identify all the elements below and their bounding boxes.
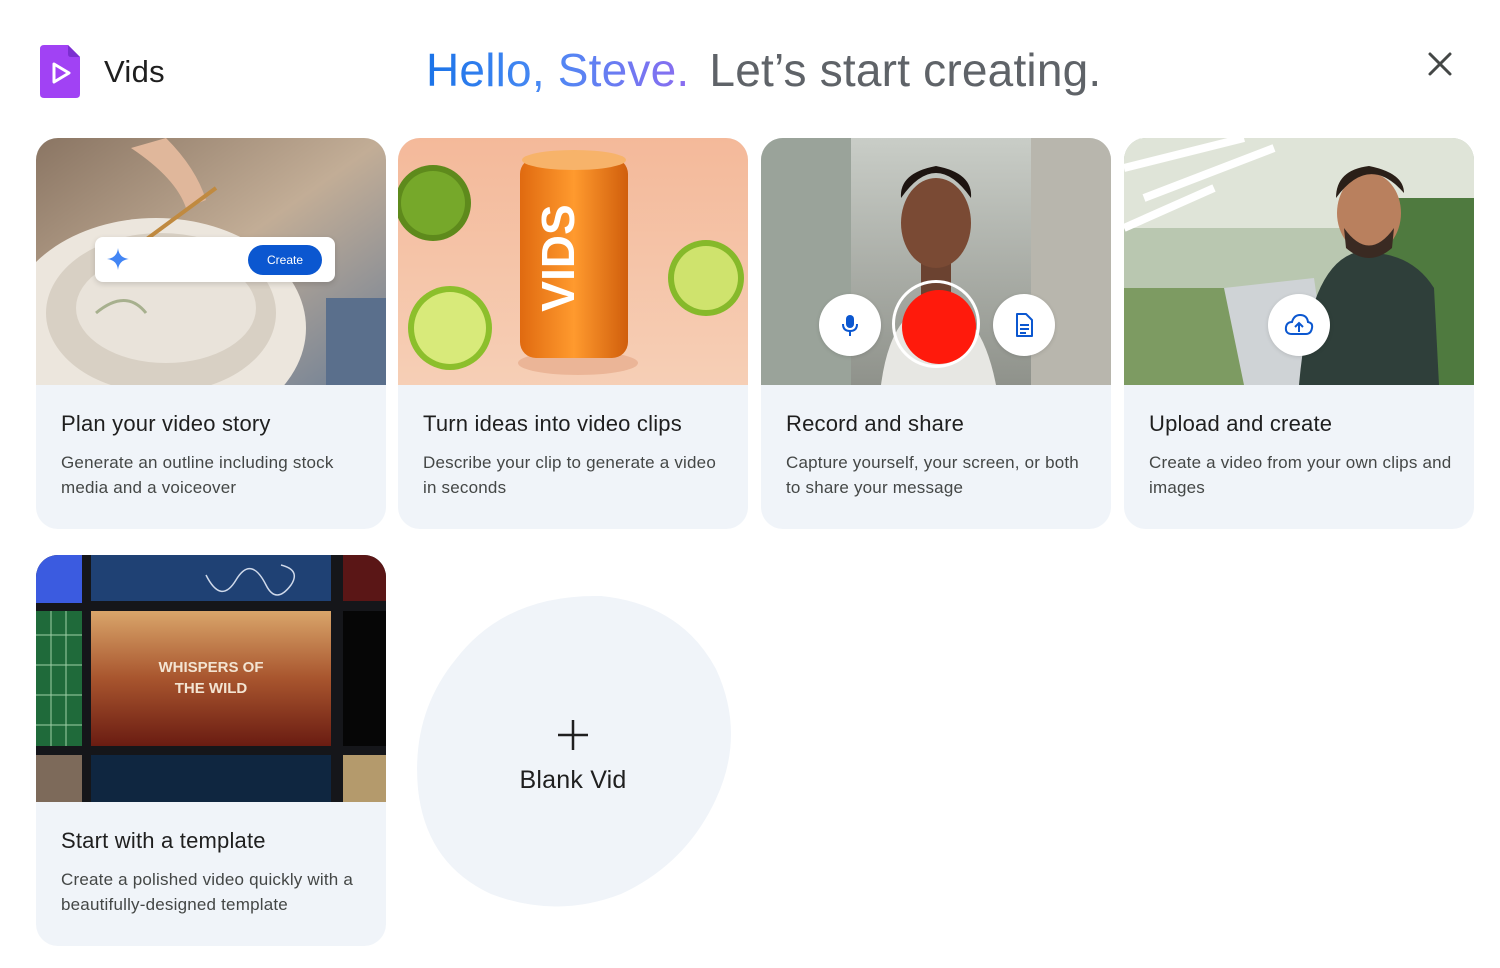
create-button: Create — [248, 245, 322, 275]
can-brand-text: VIDS — [532, 204, 584, 311]
card-video-clips[interactable]: VIDS Turn ideas into video clips Describ… — [398, 138, 748, 529]
microphone-icon — [842, 315, 858, 336]
card-plan-video-story[interactable]: Create Plan your video story Generate an… — [36, 138, 386, 529]
close-icon — [1428, 52, 1452, 76]
sparkle-icon — [107, 248, 129, 270]
plus-icon — [558, 720, 588, 750]
card-description: Create a polished video quickly with a b… — [61, 870, 354, 914]
record-button — [902, 290, 976, 364]
card-description: Create a video from your own clips and i… — [1149, 453, 1452, 497]
card-title: Upload and create — [1149, 411, 1333, 436]
template-preview-title: THE WILD — [175, 680, 248, 697]
card-description: Capture yourself, your screen, or both t… — [786, 453, 1079, 497]
blank-vid-blob — [417, 595, 731, 907]
card-title: Plan your video story — [61, 411, 271, 436]
document-icon — [1016, 313, 1033, 337]
upload-button — [1268, 294, 1330, 356]
greeting-prompt: Let’s start creating. — [709, 44, 1102, 96]
card-title: Record and share — [786, 411, 965, 436]
vids-logo-icon — [40, 45, 80, 98]
app-brand: Vids — [40, 45, 165, 98]
card-description: Generate an outline including stock medi… — [61, 453, 334, 497]
document-button — [993, 294, 1055, 356]
app-name: Vids — [104, 53, 165, 89]
microphone-button — [819, 294, 881, 356]
greeting-heading: Hello, Steve. Let’s start creating. — [426, 43, 1101, 97]
card-title: Start with a template — [61, 828, 266, 853]
greeting-hello: Hello, Steve. — [426, 44, 690, 96]
blank-vid-label: Blank Vid — [519, 766, 627, 794]
card-upload-create[interactable]: Upload and create Create a video from yo… — [1124, 138, 1474, 529]
close-button[interactable] — [1420, 44, 1460, 84]
cloud-upload-icon — [1284, 313, 1314, 335]
template-thumbnail-image: WHISPERS OF THE WILD — [36, 555, 386, 802]
clips-thumbnail-image: VIDS — [398, 138, 748, 385]
record-thumbnail-image — [761, 138, 1111, 385]
card-record-share[interactable]: Record and share Capture yourself, your … — [761, 138, 1111, 529]
upload-thumbnail-image — [1124, 138, 1474, 385]
card-description: Describe your clip to generate a video i… — [423, 453, 716, 497]
plan-thumbnail-image: Create — [36, 138, 386, 385]
template-preview-title: WHISPERS OF — [158, 659, 263, 676]
blank-vid-button[interactable]: Blank Vid — [416, 594, 734, 912]
card-title: Turn ideas into video clips — [423, 411, 682, 436]
ai-prompt-bar: Create — [95, 237, 335, 282]
card-template[interactable]: WHISPERS OF THE WILD Start with a templa… — [36, 555, 386, 946]
